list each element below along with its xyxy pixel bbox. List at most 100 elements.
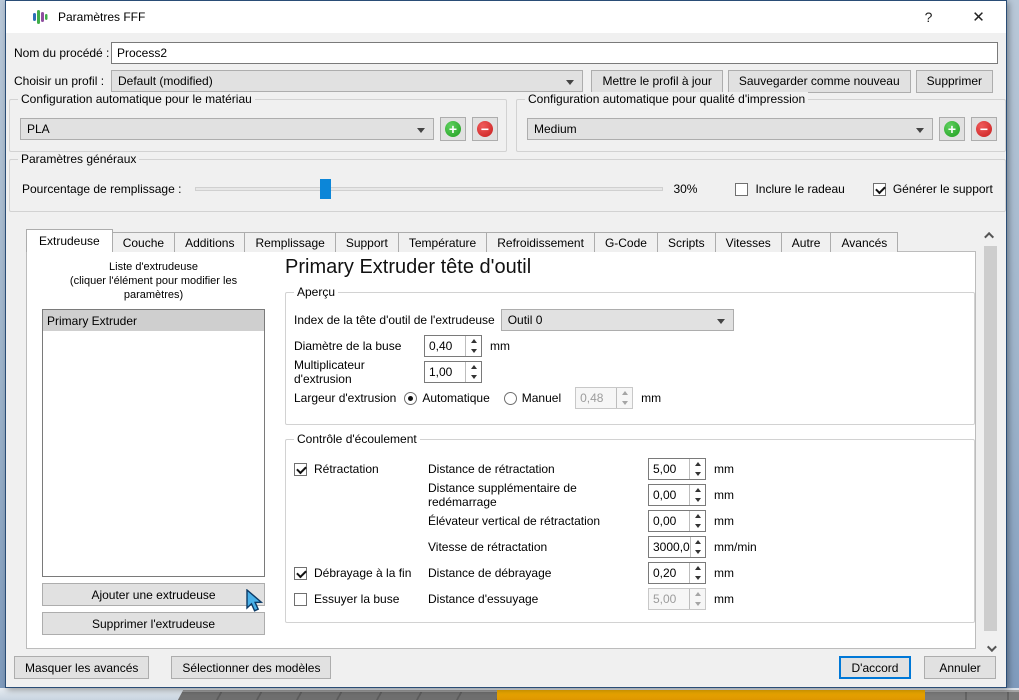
infill-slider-handle[interactable] (320, 179, 332, 199)
hide-advanced-button[interactable]: Masquer les avancés (14, 656, 150, 679)
help-icon[interactable]: ? (906, 1, 951, 33)
retraction-label: Rétractation (314, 462, 379, 476)
toolhead-index-select[interactable]: Outil 0 (500, 309, 734, 331)
profile-select[interactable]: Default (modified) (111, 70, 584, 92)
wipe-row: Essuyer la buse Distance d'essuyage 5,00… (294, 586, 966, 612)
material-select[interactable]: PLA (20, 118, 434, 140)
list-item-primary-extruder[interactable]: Primary Extruder (43, 310, 264, 331)
wipe-control[interactable]: Essuyer la buse (294, 592, 428, 606)
extra-restart-value: 0,00 (653, 488, 677, 502)
spinner-arrows-icon[interactable] (689, 459, 705, 479)
material-selected-value: PLA (27, 122, 50, 136)
spinner-arrows-icon[interactable] (689, 563, 705, 583)
add-material-button[interactable]: + (440, 117, 466, 141)
extruder-list-column: Liste d'extrudeuse (cliquer l'élément po… (42, 260, 265, 635)
spinner-arrows-icon[interactable] (689, 537, 705, 557)
tab-scripts[interactable]: Scripts (656, 232, 716, 252)
toolhead-index-row: Index de la tête d'outil de l'extrudeuse… (294, 307, 966, 333)
vertical-scrollbar[interactable] (982, 227, 999, 657)
coast-distance-value: 0,20 (653, 566, 677, 580)
tab-support[interactable]: Support (334, 232, 399, 252)
chevron-down-icon (566, 80, 575, 85)
extrusion-width-manual-radio[interactable] (503, 391, 517, 405)
ooze-group-title: Contrôle d'écoulement (294, 432, 420, 446)
extrusion-multiplier-row: Multiplicateur d'extrusion 1,00 (294, 358, 966, 386)
include-raft-control[interactable]: Inclure le radeau (735, 182, 845, 196)
remove-quality-button[interactable]: − (971, 117, 997, 141)
tab-avances[interactable]: Avancés (830, 232, 899, 252)
general-group-title: Paramètres généraux (18, 152, 140, 166)
tab-couche[interactable]: Couche (111, 232, 176, 252)
extrusion-width-value: 0,48 (580, 391, 604, 405)
retraction-control[interactable]: Rétractation (294, 462, 428, 476)
vertical-lift-label: Élévateur vertical de rétractation (428, 514, 601, 528)
coast-label: Débrayage à la fin (314, 566, 412, 580)
tab-extrudeuse[interactable]: Extrudeuse (26, 229, 113, 252)
coast-distance-label: Distance de débrayage (428, 566, 552, 580)
tab-remplissage[interactable]: Remplissage (244, 232, 336, 252)
background-table-edge-right (925, 690, 1019, 700)
tab-vitesses[interactable]: Vitesses (714, 232, 782, 252)
generate-support-checkbox[interactable] (872, 182, 886, 196)
quality-select[interactable]: Medium (527, 118, 933, 140)
include-raft-checkbox[interactable] (735, 182, 749, 196)
cancel-button[interactable]: Annuler (924, 656, 996, 679)
add-quality-button[interactable]: + (939, 117, 965, 141)
process-name-input[interactable] (111, 41, 998, 64)
extrusion-multiplier-stepper[interactable]: 1,00 (424, 361, 482, 383)
extra-restart-stepper[interactable]: 0,00 (648, 484, 706, 506)
tab-additions[interactable]: Additions (174, 232, 246, 252)
extra-restart-label: Distance supplémentaire de redémarrage (428, 481, 577, 509)
extruder-list-title: Liste d'extrudeuse (109, 261, 198, 273)
generate-support-control[interactable]: Générer le support (872, 182, 993, 196)
spinner-arrows-icon[interactable] (689, 511, 705, 531)
remove-material-button[interactable]: − (472, 117, 498, 141)
ok-button[interactable]: D'accord (839, 656, 911, 679)
fff-settings-dialog: Paramètres FFF ? ✕ Nom du procédé : Choi… (5, 0, 1007, 688)
extra-restart-row: Distance supplémentaire de redémarrage 0… (294, 481, 966, 509)
extruder-list[interactable]: Primary Extruder (42, 309, 265, 577)
extrusion-width-manual-label: Manuel (521, 391, 562, 405)
update-profile-button[interactable]: Mettre le profil à jour (591, 69, 723, 93)
quality-config-group: Configuration automatique pour qualité d… (516, 92, 1006, 152)
coast-checkbox[interactable] (294, 566, 307, 580)
tab-temperature[interactable]: Température (397, 232, 488, 252)
extrusion-width-auto-radio[interactable] (404, 391, 418, 405)
scrollbar-thumb[interactable] (984, 246, 997, 631)
vertical-lift-value: 0,00 (653, 514, 677, 528)
title-bar[interactable]: Paramètres FFF ? ✕ (6, 1, 1006, 33)
retraction-distance-stepper[interactable]: 5,00 (648, 458, 706, 480)
infill-slider[interactable] (195, 178, 664, 200)
spinner-arrows-icon[interactable] (465, 362, 481, 382)
save-as-new-button[interactable]: Sauvegarder comme nouveau (727, 69, 911, 93)
coast-control[interactable]: Débrayage à la fin (294, 566, 428, 580)
retraction-speed-stepper[interactable]: 3000,0 (648, 536, 706, 558)
retraction-checkbox[interactable] (294, 462, 307, 476)
delete-profile-button[interactable]: Supprimer (915, 69, 993, 93)
spinner-arrows-icon[interactable] (465, 336, 481, 356)
vertical-lift-stepper[interactable]: 0,00 (648, 510, 706, 532)
add-extruder-button[interactable]: Ajouter une extrudeuse (42, 583, 265, 606)
coast-distance-stepper[interactable]: 0,20 (648, 562, 706, 584)
wipe-checkbox[interactable] (294, 592, 307, 606)
tab-gcode[interactable]: G-Code (593, 232, 658, 252)
scroll-up-icon[interactable] (982, 227, 999, 244)
select-models-button[interactable]: Sélectionner des modèles (171, 656, 332, 679)
close-icon[interactable]: ✕ (956, 1, 1001, 33)
nozzle-diameter-stepper[interactable]: 0,40 (424, 335, 482, 357)
retraction-row: Rétractation Distance de rétractation 5,… (294, 456, 966, 482)
page-title: Primary Extruder tête d'outil (285, 256, 532, 278)
spinner-arrows-icon[interactable] (689, 485, 705, 505)
infill-slider-track[interactable] (195, 187, 664, 191)
tab-refroidissement[interactable]: Refroidissement (486, 232, 595, 252)
process-name-label: Nom du procédé : (14, 45, 110, 60)
coast-distance-unit: mm (714, 566, 734, 580)
infill-percentage-label: Pourcentage de remplissage : (22, 182, 182, 196)
toolhead-index-label: Index de la tête d'outil de l'extrudeuse (294, 313, 495, 327)
chevron-down-icon (916, 128, 924, 133)
tab-autre[interactable]: Autre (780, 232, 832, 252)
wipe-distance-stepper: 5,00 (648, 588, 706, 610)
chevron-down-icon (716, 319, 725, 324)
scroll-down-icon[interactable] (982, 640, 999, 657)
remove-extruder-button[interactable]: Supprimer l'extrudeuse (42, 612, 265, 635)
